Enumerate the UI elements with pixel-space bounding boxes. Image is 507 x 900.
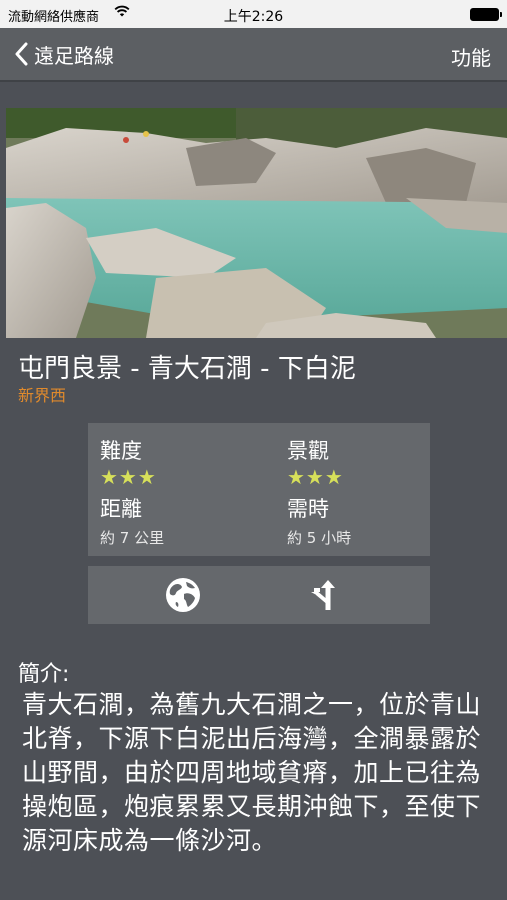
navigation-bar: 遠足路線 功能 <box>0 28 507 80</box>
scenery-stars: ★★★ <box>287 465 344 489</box>
map-button[interactable] <box>164 576 202 614</box>
back-button[interactable]: 遠足路線 <box>14 40 114 68</box>
status-bar: 流動網絡供應商 上午2:26 <box>0 0 507 28</box>
directions-button[interactable] <box>307 576 345 614</box>
clock: 上午2:26 <box>223 9 284 25</box>
duration-value: 約 5 小時 <box>287 529 352 547</box>
distance-label: 距離 <box>100 497 142 521</box>
route-photo <box>6 108 507 338</box>
back-label: 遠足路線 <box>34 43 114 68</box>
difficulty-label: 難度 <box>100 439 142 463</box>
intro-text: 青大石澗，為舊九大石澗之一，位於青山北脊，下源下白泥出后海灣，全澗暴露於山野間，… <box>22 690 482 855</box>
route-region: 新界西 <box>18 386 67 405</box>
directions-icon <box>307 580 345 618</box>
difficulty-stars: ★★★ <box>100 465 157 489</box>
distance-value: 約 7 公里 <box>100 529 165 547</box>
route-stats-panel: 難度 ★★★ 景觀 ★★★ 距離 約 7 公里 需時 約 5 小時 <box>88 423 430 556</box>
intro-heading: 簡介: <box>18 662 70 687</box>
nav-divider <box>0 80 507 82</box>
globe-icon <box>164 578 202 618</box>
route-title: 屯門良景 - 青大石澗 - 下白泥 <box>18 354 356 384</box>
scenery-label: 景觀 <box>287 439 329 463</box>
function-button[interactable]: 功能 <box>451 42 491 71</box>
duration-label: 需時 <box>287 497 329 521</box>
route-actions-panel <box>88 566 430 624</box>
chevron-left-icon <box>14 42 28 66</box>
battery-icon <box>470 8 502 21</box>
